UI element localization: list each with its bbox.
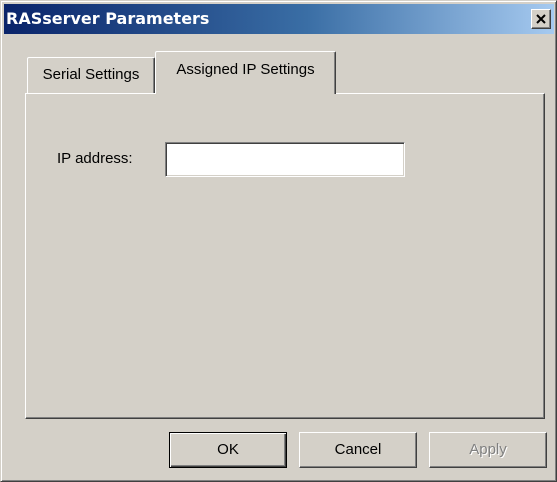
ip-address-input[interactable] (165, 142, 405, 177)
ok-button[interactable]: OK (169, 432, 287, 468)
dialog-window: RASserver Parameters Serial Settings Ass… (0, 0, 557, 482)
cancel-button[interactable]: Cancel (299, 432, 417, 468)
tab-assigned-ip-settings[interactable]: Assigned IP Settings (155, 51, 336, 94)
apply-button: Apply (429, 432, 547, 468)
tab-serial-settings[interactable]: Serial Settings (27, 57, 155, 93)
tab-label: Assigned IP Settings (176, 61, 315, 78)
tab-label: Serial Settings (42, 66, 140, 83)
close-button[interactable] (531, 9, 551, 29)
close-icon (536, 14, 546, 24)
ip-address-label: IP address: (57, 150, 133, 167)
title-bar[interactable]: RASserver Parameters (4, 4, 554, 34)
window-title: RASserver Parameters (6, 9, 210, 28)
